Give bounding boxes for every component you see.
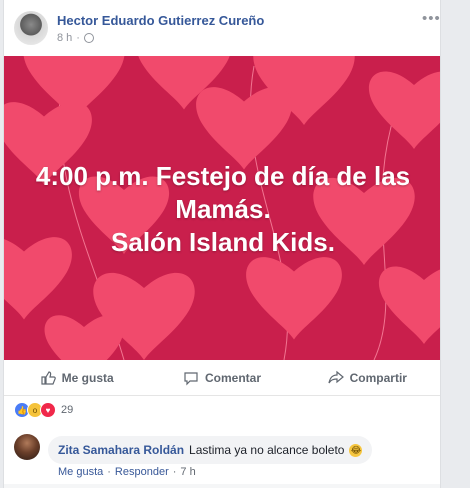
laughing-emoji-icon: 😂 — [349, 443, 363, 457]
author-name[interactable]: Hector Eduardo Gutierrez Cureño — [57, 13, 264, 28]
image-caption: 4:00 p.m. Festejo de día de las Mamás. S… — [4, 160, 440, 259]
reaction-count: 29 — [61, 404, 74, 416]
share-icon — [328, 370, 344, 383]
love-icon: ♥ — [40, 402, 56, 418]
thumbs-up-icon — [41, 370, 56, 385]
comment-dot-2: · — [172, 466, 177, 478]
share-label: Compartir — [349, 370, 407, 385]
reactions-summary[interactable]: 👍 o ♥ 29 — [14, 402, 73, 418]
post-card: Hector Eduardo Gutierrez Cureño 8 h · ••… — [3, 0, 441, 488]
comment-dot-1: · — [107, 466, 111, 478]
comment-text: Lastima ya no alcance boleto — [189, 443, 345, 457]
caption-line-3: Salón Island Kids. — [111, 227, 335, 257]
commenter-name[interactable]: Zita Samahara Roldán — [58, 443, 184, 457]
author-avatar[interactable] — [14, 11, 48, 45]
globe-icon[interactable] — [83, 33, 94, 43]
comment-button[interactable]: Comentar — [149, 370, 294, 386]
meta-separator: · — [76, 32, 80, 44]
comment-icon — [184, 371, 198, 385]
caption-line-1: 4:00 p.m. Festejo de día de las — [35, 161, 411, 191]
share-button[interactable]: Compartir — [295, 370, 440, 386]
comment-label: Comentar — [204, 370, 261, 385]
post-header: Hector Eduardo Gutierrez Cureño 8 h · ••… — [4, 0, 440, 55]
commenter-avatar[interactable] — [14, 434, 40, 460]
like-button[interactable]: Me gusta — [4, 370, 149, 386]
post-time[interactable]: 8 h — [57, 32, 72, 44]
comment-time[interactable]: 7 h — [180, 466, 195, 478]
comment-actions: Me gusta · Responder · 7 h — [58, 466, 196, 478]
comment-reply-link[interactable]: Responder — [115, 466, 169, 478]
comment-like-link[interactable]: Me gusta — [58, 466, 103, 478]
post-image[interactable]: 4:00 p.m. Festejo de día de las Mamás. S… — [4, 56, 440, 360]
post-meta: 8 h · — [57, 32, 94, 44]
like-label: Me gusta — [61, 370, 114, 385]
ellipsis-icon[interactable]: ••• — [422, 10, 440, 27]
post-actions: Me gusta Comentar Compartir — [4, 360, 440, 396]
caption-line-2: Mamás. — [175, 194, 271, 224]
next-comment-edge — [4, 484, 440, 488]
comment-bubble: Zita Samahara Roldán Lastima ya no alcan… — [48, 436, 373, 464]
